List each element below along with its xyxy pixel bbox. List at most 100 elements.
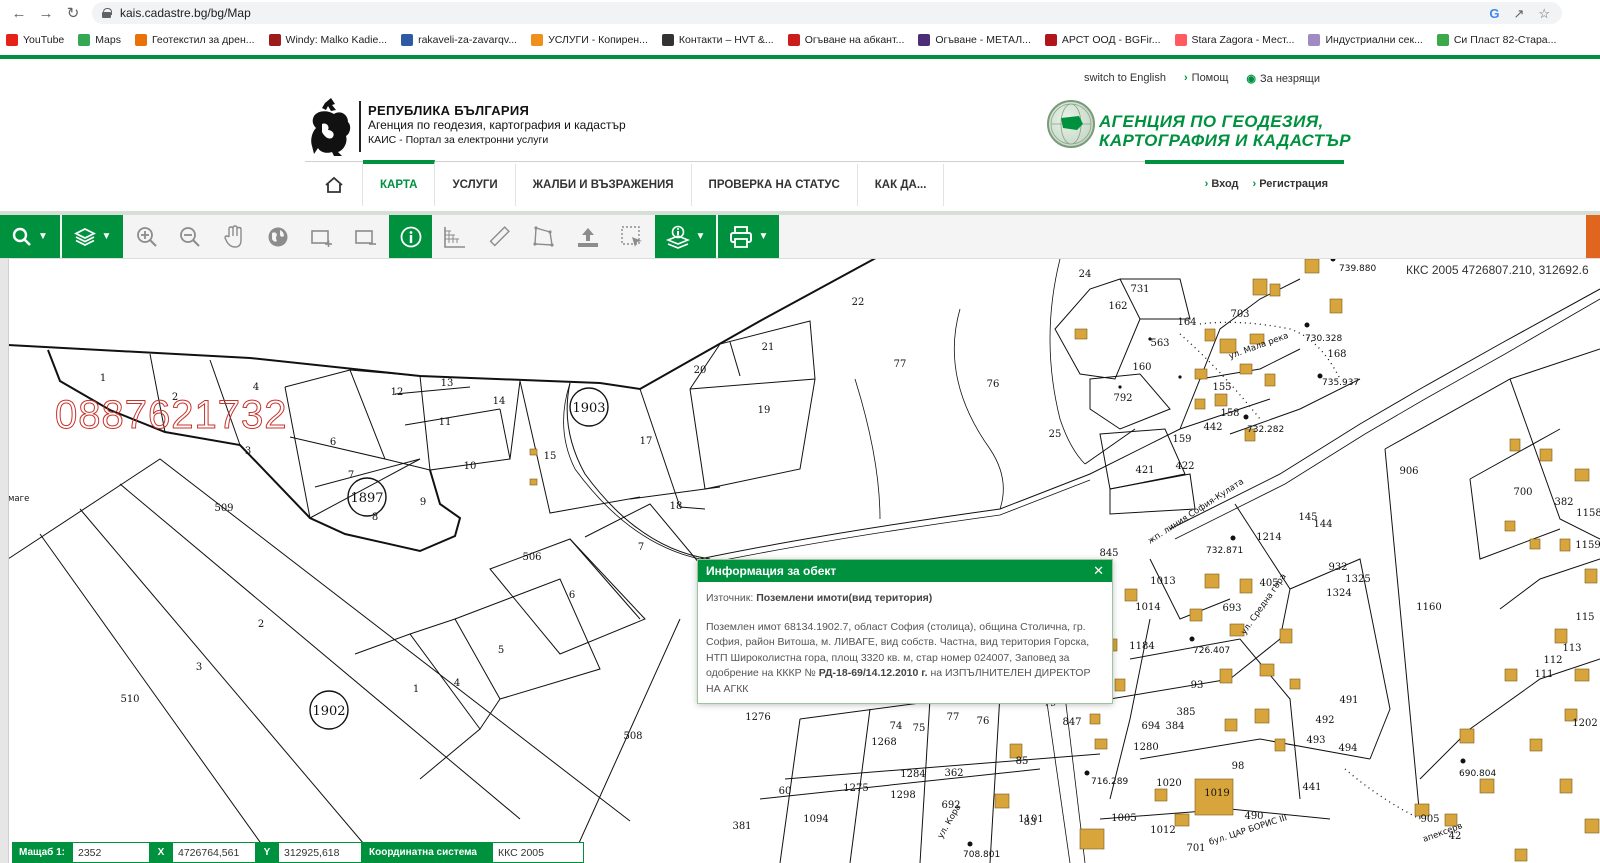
bookmark-label: Огъване - МЕТАЛ...	[935, 34, 1031, 46]
ruler-grid-icon	[443, 226, 465, 248]
bookmark-item[interactable]: Си Пласт 82-Стара...	[1431, 34, 1563, 46]
bookmark-label: УСЛУГИ - Копирен...	[548, 34, 648, 46]
layer-info-icon	[665, 225, 690, 249]
agency-name-line1: АГЕНЦИЯ ПО ГЕОДЕЗИЯ,	[1099, 112, 1324, 131]
bookmark-item[interactable]: Геотекстил за дрен...	[129, 34, 261, 46]
bookmark-item[interactable]: АРСТ ООД - BGFir...	[1039, 34, 1167, 46]
bookmark-favicon-icon	[78, 34, 91, 46]
tab-services[interactable]: УСЛУГИ	[435, 164, 516, 206]
bookmark-favicon-icon	[1174, 34, 1187, 46]
bookmark-item[interactable]: Огъване на абкант...	[782, 34, 911, 46]
crs-select[interactable]: ККС 2005	[492, 842, 584, 863]
tab-status-check[interactable]: ПРОВЕРКА НА СТАТУС	[692, 164, 858, 206]
y-coordinate: 312925,618	[278, 842, 362, 863]
bookmark-label: Maps	[95, 34, 121, 46]
source-value: Поземлени имоти(вид територия)	[756, 592, 933, 604]
crs-label: Координатна система	[362, 842, 492, 863]
login-link[interactable]: › Вход	[1205, 178, 1239, 190]
star-icon[interactable]: ☆	[1538, 6, 1550, 22]
zoom-out-button[interactable]	[169, 215, 211, 258]
bookmark-item[interactable]: Maps	[72, 34, 127, 46]
select-area-button[interactable]	[610, 215, 653, 258]
url-field[interactable]: kais.cadastre.bg/bg/Map G ↗ ☆	[92, 2, 1562, 24]
switch-language-link[interactable]: switch to English	[1084, 72, 1166, 85]
bookmark-label: АРСТ ООД - BGFir...	[1061, 34, 1161, 46]
tab-complaints[interactable]: ЖАЛБИ И ВЪЗРАЖЕНИЯ	[516, 164, 692, 206]
logo-agency: Агенция по геодезия, картография и кадас…	[368, 118, 626, 132]
home-button[interactable]	[305, 164, 363, 206]
register-link[interactable]: › Регистрация	[1253, 178, 1328, 190]
y-label: Y	[256, 842, 278, 863]
identify-button[interactable]	[389, 215, 432, 258]
bookmark-favicon-icon	[1308, 34, 1321, 46]
printer-icon	[729, 225, 752, 248]
bookmark-favicon-icon	[661, 34, 674, 46]
logo-separator	[359, 101, 361, 152]
close-icon[interactable]: ✕	[1093, 563, 1104, 579]
popup-title: Информация за обект	[698, 560, 1112, 582]
forward-arrow-icon[interactable]: →	[33, 0, 59, 26]
zoom-previous-button[interactable]	[300, 215, 343, 258]
lion-coat-of-arms-icon	[311, 98, 351, 156]
upload-button[interactable]	[566, 215, 609, 258]
tab-how-to[interactable]: КАК ДА...	[858, 164, 945, 206]
extent-next-icon	[354, 229, 376, 245]
zoom-in-button[interactable]	[126, 215, 168, 258]
print-tool-button[interactable]: ▼	[718, 215, 779, 258]
zoom-next-button[interactable]	[344, 215, 387, 258]
search-tool-button[interactable]: ▼	[0, 215, 60, 258]
measure-distance-button[interactable]	[477, 215, 520, 258]
zoom-in-icon	[137, 226, 157, 247]
bookmark-item[interactable]: rakaveli-za-zavarqv...	[395, 34, 523, 46]
ruler-icon	[489, 225, 510, 246]
help-link[interactable]: › Помощ	[1184, 72, 1228, 85]
side-panel-toggle[interactable]	[1586, 215, 1600, 258]
zoom-out-icon	[180, 226, 200, 247]
tab-map[interactable]: КАРТА	[363, 160, 436, 206]
bookmark-item[interactable]: Индустриални сек...	[1302, 34, 1428, 46]
map-left-scrollbar[interactable]	[0, 259, 9, 863]
browser-address-bar: ← → ↻ kais.cadastre.bg/bg/Map G ↗ ☆	[0, 0, 1600, 26]
site-logo-text[interactable]: РЕПУБЛИКА БЪЛГАРИЯ Агенция по геодезия, …	[368, 103, 626, 148]
hand-icon	[223, 224, 242, 248]
home-icon	[324, 176, 343, 193]
agency-name: АГЕНЦИЯ ПО ГЕОДЕЗИЯ, КАРТОГРАФИЯ И КАДАС…	[1099, 112, 1351, 150]
object-info-popup: Информация за обект ✕ Източник: Поземлен…	[697, 559, 1113, 704]
bookmark-label: YouTube	[23, 34, 65, 46]
account-links: › Вход › Регистрация	[1205, 178, 1328, 190]
layers-icon	[73, 227, 96, 246]
chevron-right-icon: ›	[1183, 72, 1188, 84]
draw-polygon-button[interactable]	[521, 215, 564, 258]
chevron-down-icon: ▼	[695, 231, 706, 242]
accessibility-link[interactable]: ◉ За незрящи	[1246, 72, 1320, 85]
search-icon	[12, 227, 31, 246]
bookmark-label: Геотекстил за дрен...	[151, 34, 255, 46]
measure-area-button[interactable]	[433, 215, 476, 258]
main-nav: КАРТА УСЛУГИ ЖАЛБИ И ВЪЗРАЖЕНИЯ ПРОВЕРКА…	[305, 160, 945, 206]
bookmark-item[interactable]: УСЛУГИ - Копирен...	[525, 34, 654, 46]
popup-source: Източник: Поземлени имоти(вид територия)	[706, 591, 1104, 607]
layer-info-tool-button[interactable]: ▼	[655, 215, 716, 258]
back-arrow-icon[interactable]: ←	[6, 0, 32, 26]
chevron-down-icon: ▼	[758, 231, 769, 242]
share-icon[interactable]: ↗	[1513, 6, 1524, 22]
bookmark-item[interactable]: YouTube	[0, 34, 70, 46]
map-toolbar: ▼ ▼ ▼ ▼	[0, 215, 1600, 259]
google-icon[interactable]: G	[1489, 6, 1499, 22]
pan-button[interactable]	[212, 215, 255, 258]
bookmark-label: Stara Zagora - Мест...	[1191, 34, 1295, 46]
accessibility-label: За незрящи	[1260, 73, 1320, 85]
bookmark-favicon-icon	[401, 34, 414, 46]
bookmark-item[interactable]: Контакти – HVT &...	[656, 34, 780, 46]
full-extent-button[interactable]	[256, 215, 299, 258]
scale-input[interactable]: 2352	[72, 842, 150, 863]
layers-tool-button[interactable]: ▼	[62, 215, 123, 258]
globe-icon	[268, 227, 287, 246]
chevron-right-icon: ›	[1204, 178, 1209, 190]
bookmark-label: rakaveli-za-zavarqv...	[418, 34, 518, 46]
reload-icon[interactable]: ↻	[60, 0, 86, 26]
phone-watermark: 0887621732	[54, 393, 288, 438]
bookmark-item[interactable]: Stara Zagora - Мест...	[1169, 34, 1301, 46]
bookmark-item[interactable]: Windy: Malko Kadie...	[263, 34, 394, 46]
bookmark-item[interactable]: Огъване - МЕТАЛ...	[912, 34, 1037, 46]
